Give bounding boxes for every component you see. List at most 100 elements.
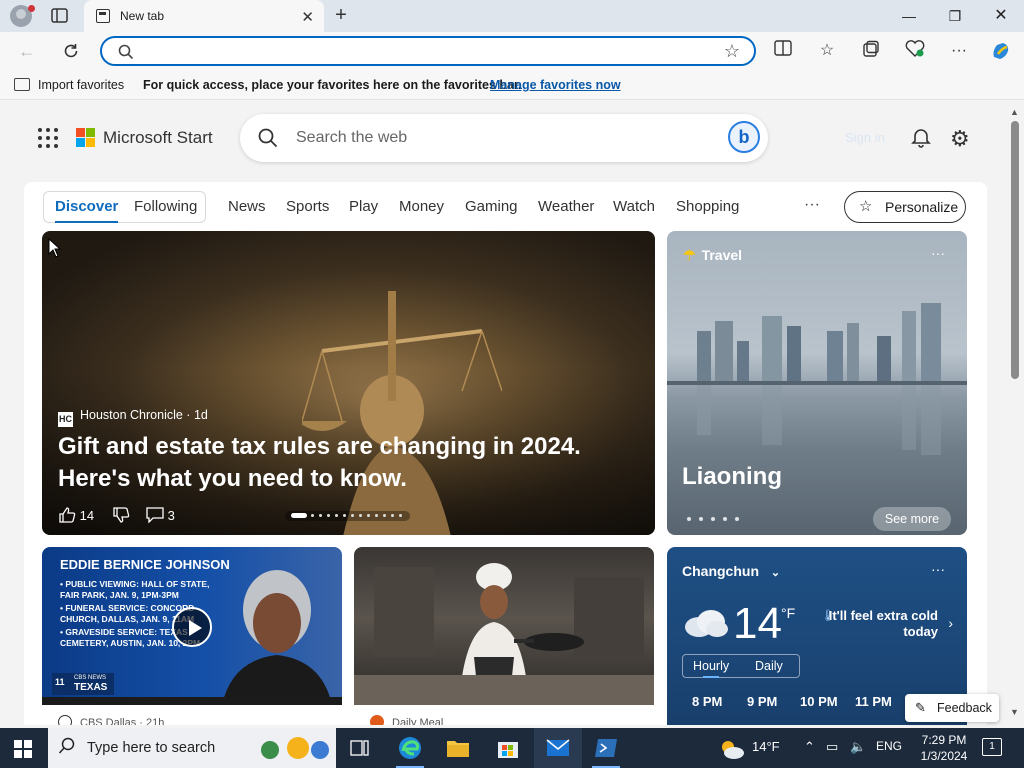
card1-source-label: CBS Dallas · 21h bbox=[80, 717, 165, 725]
language-indicator[interactable]: ENG bbox=[876, 739, 902, 753]
weather-tray-icon[interactable] bbox=[718, 738, 746, 760]
dislike-icon[interactable] bbox=[112, 507, 130, 523]
tray-temperature[interactable]: 14°F bbox=[752, 739, 780, 754]
feedback-button[interactable]: ✎ Feedback bbox=[905, 694, 999, 722]
volume-muted-icon[interactable]: 🔈 bbox=[850, 739, 866, 755]
nav-following[interactable]: Following bbox=[134, 198, 197, 215]
favorite-star-icon[interactable]: ☆ bbox=[724, 41, 740, 62]
page-settings-gear-icon[interactable]: ⚙ bbox=[950, 126, 970, 152]
travel-card[interactable]: ☂ Travel ··· Liaoning See more bbox=[667, 231, 967, 535]
taskbar-clock[interactable]: 7:29 PM 1/3/2024 bbox=[914, 732, 974, 764]
windows-start-icon[interactable] bbox=[14, 740, 32, 758]
comments-button[interactable]: 3 bbox=[146, 507, 175, 524]
address-bar[interactable]: ☆ bbox=[100, 36, 756, 66]
tab-hourly[interactable]: Hourly bbox=[693, 659, 729, 678]
news-card-video[interactable]: EDDIE BERNICE JOHNSON • PUBLIC VIEWING: … bbox=[42, 547, 342, 725]
chevron-up-icon[interactable]: ⌃ bbox=[804, 739, 815, 755]
mail-icon[interactable] bbox=[534, 728, 582, 768]
lady-justice-image bbox=[302, 291, 502, 535]
sign-in-button[interactable]: Sign in bbox=[832, 123, 898, 153]
split-screen-icon[interactable] bbox=[772, 40, 794, 62]
microsoft-store-icon[interactable] bbox=[484, 728, 532, 768]
close-window-button[interactable]: ✕ bbox=[978, 0, 1024, 32]
edge-taskbar-icon[interactable] bbox=[386, 728, 434, 768]
carousel-dot[interactable] bbox=[351, 514, 354, 517]
hero-headline[interactable]: Gift and estate tax rules are changing i… bbox=[58, 431, 648, 495]
new-tab-button[interactable]: + bbox=[330, 5, 352, 27]
travel-more-button[interactable]: ··· bbox=[931, 245, 945, 261]
carousel-dot[interactable] bbox=[335, 514, 338, 517]
nav-news[interactable]: News bbox=[228, 198, 266, 215]
carousel-dot[interactable] bbox=[327, 514, 330, 517]
network-icon[interactable]: ▭ bbox=[826, 739, 838, 755]
mouse-cursor-icon bbox=[48, 238, 62, 258]
cbs-news-texas-badge: 11 CBS NEWS TEXAS bbox=[52, 673, 114, 695]
back-button[interactable]: ← bbox=[16, 40, 38, 62]
collections-icon[interactable] bbox=[860, 40, 882, 62]
browser-toolbar: ← ☆ ☆ ··· bbox=[0, 32, 1024, 70]
tab-new-tab[interactable]: New tab ✕ bbox=[84, 0, 324, 32]
nav-discover[interactable]: Discover bbox=[55, 198, 119, 223]
news-card-chef[interactable]: Daily Meal bbox=[354, 547, 654, 725]
hero-article-card[interactable]: HC Houston Chronicle · 1d Gift and estate… bbox=[42, 231, 655, 535]
travel-city[interactable]: Liaoning bbox=[682, 463, 782, 491]
carousel-dot[interactable] bbox=[319, 514, 322, 517]
see-more-button[interactable]: See more bbox=[873, 507, 951, 531]
brand-title[interactable]: Microsoft Start bbox=[103, 128, 213, 148]
weather-location[interactable]: Changchun ⌄ bbox=[682, 563, 780, 579]
restore-button[interactable]: ❐ bbox=[932, 0, 978, 32]
personalize-button[interactable]: ☆ Personalize bbox=[844, 191, 966, 223]
carousel-dot[interactable] bbox=[399, 514, 402, 517]
nav-money[interactable]: Money bbox=[399, 198, 444, 215]
settings-more-icon[interactable]: ··· bbox=[948, 40, 970, 62]
like-button[interactable]: 14 bbox=[58, 507, 94, 523]
tab-actions-icon[interactable] bbox=[50, 7, 70, 25]
task-view-icon[interactable] bbox=[336, 728, 384, 768]
favorites-icon[interactable]: ☆ bbox=[816, 40, 838, 62]
scroll-up-arrow-icon[interactable]: ▲ bbox=[1010, 107, 1019, 117]
nav-shopping[interactable]: Shopping bbox=[676, 198, 739, 215]
web-search-box[interactable]: Search the web b bbox=[240, 114, 768, 162]
carousel-dot[interactable] bbox=[367, 514, 370, 517]
bing-chat-button[interactable]: b bbox=[728, 121, 760, 153]
import-favorites-button[interactable]: Import favorites bbox=[38, 78, 124, 92]
nav-play[interactable]: Play bbox=[349, 198, 378, 215]
sparkle-icon: ☆ bbox=[859, 198, 873, 215]
notifications-bell-icon[interactable] bbox=[910, 126, 932, 151]
close-tab-icon[interactable]: ✕ bbox=[301, 8, 314, 26]
carousel-dot[interactable] bbox=[391, 514, 394, 517]
carousel-dot[interactable] bbox=[311, 514, 314, 517]
new-tab-page: Microsoft Start Search the web b Sign in… bbox=[0, 101, 1006, 725]
carousel-indicator[interactable] bbox=[285, 511, 410, 521]
play-icon[interactable] bbox=[172, 607, 212, 647]
nav-watch[interactable]: Watch bbox=[613, 198, 655, 215]
refresh-button[interactable] bbox=[60, 40, 82, 62]
chevron-right-icon[interactable]: › bbox=[948, 615, 953, 631]
carousel-dot[interactable] bbox=[383, 514, 386, 517]
carousel-dot[interactable] bbox=[375, 514, 378, 517]
taskbar-search-placeholder: Type here to search bbox=[87, 740, 216, 756]
manage-favorites-link[interactable]: Manage favorites now bbox=[490, 78, 621, 92]
app-launcher-icon[interactable] bbox=[38, 128, 58, 148]
carousel-dot[interactable] bbox=[343, 514, 346, 517]
nav-sports[interactable]: Sports bbox=[286, 198, 329, 215]
tab-daily[interactable]: Daily bbox=[755, 659, 783, 673]
favorites-message: For quick access, place your favorites h… bbox=[143, 78, 522, 92]
file-explorer-icon[interactable] bbox=[434, 728, 482, 768]
powershell-icon[interactable] bbox=[582, 728, 630, 768]
browser-essentials-icon[interactable] bbox=[904, 40, 926, 62]
carousel-dot[interactable] bbox=[359, 514, 362, 517]
like-count: 14 bbox=[79, 508, 95, 523]
notification-center-icon[interactable]: 1 bbox=[982, 738, 1002, 756]
nav-more-button[interactable]: ··· bbox=[804, 196, 820, 214]
taskbar-search-box[interactable]: Type here to search bbox=[48, 728, 336, 768]
scroll-down-arrow-icon[interactable]: ▼ bbox=[1010, 707, 1019, 717]
weather-more-button[interactable]: ··· bbox=[931, 561, 945, 577]
scroll-thumb[interactable] bbox=[1011, 121, 1019, 379]
page-scrollbar[interactable]: ▲ ▼ bbox=[1006, 101, 1024, 725]
minimize-button[interactable]: — bbox=[886, 0, 932, 32]
nav-gaming[interactable]: Gaming bbox=[465, 198, 518, 215]
nav-weather[interactable]: Weather bbox=[538, 198, 594, 215]
copilot-icon[interactable] bbox=[990, 40, 1012, 62]
hour-label: 10 PM bbox=[800, 694, 838, 709]
